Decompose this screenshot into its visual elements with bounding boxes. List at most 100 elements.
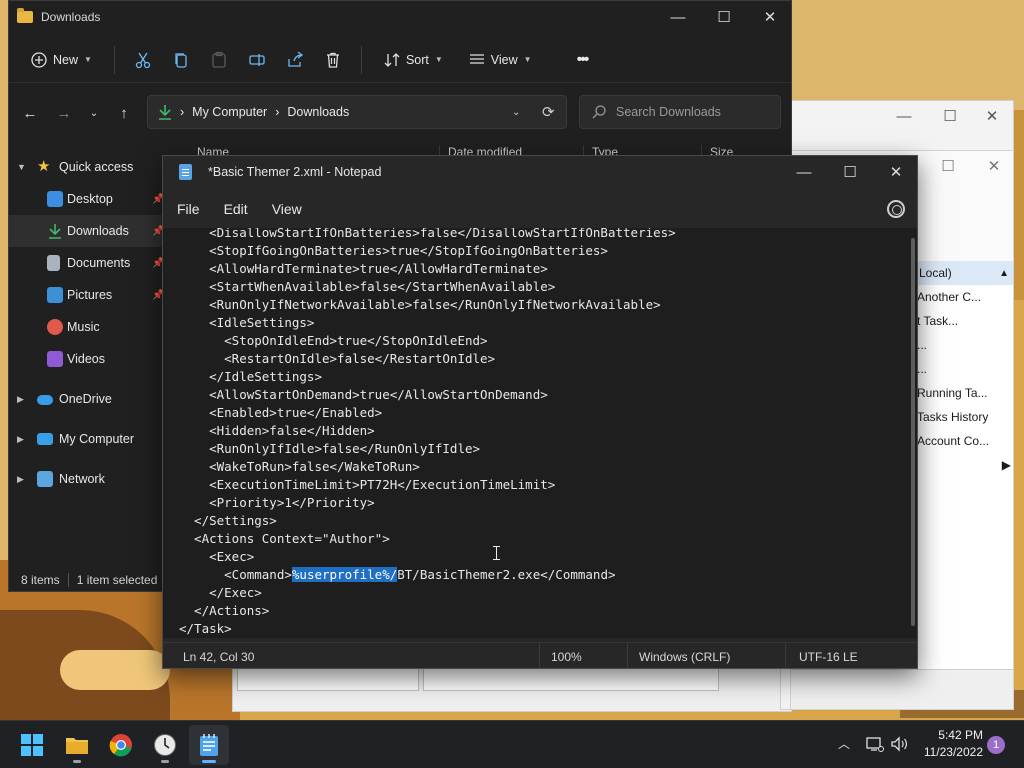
editor-line[interactable]: <Priority>1</Priority>: [179, 494, 676, 512]
action-item[interactable]: Tasks History: [917, 405, 1013, 429]
nav-item-desktop[interactable]: Desktop 📌: [9, 183, 169, 215]
editor-line[interactable]: <Enabled>true</Enabled>: [179, 404, 676, 422]
maximize-button[interactable]: ☐: [927, 101, 973, 131]
more-options-button[interactable]: •••: [565, 42, 600, 78]
back-button[interactable]: ←: [15, 95, 45, 131]
editor-line[interactable]: <RunOnlyIfIdle>false</RunOnlyIfIdle>: [179, 440, 676, 458]
close-button[interactable]: ✕: [971, 151, 1013, 181]
submenu-arrow-icon[interactable]: ▶: [917, 453, 1013, 477]
editor-line[interactable]: <DisallowStartIfOnBatteries>false</Disal…: [179, 228, 676, 242]
recent-locations-button[interactable]: ⌄: [79, 95, 109, 131]
editor-line[interactable]: <Actions Context="Author">: [179, 530, 676, 548]
maximize-button[interactable]: ☐: [925, 151, 971, 181]
taskbar-chrome[interactable]: [101, 725, 141, 765]
chevron-down-icon[interactable]: ⌄: [512, 107, 520, 118]
action-item[interactable]: Another C...: [917, 285, 1013, 309]
notepad-window[interactable]: *Basic Themer 2.xml - Notepad — ☐ ✕ File…: [162, 155, 918, 669]
chevron-down-icon: ▼: [434, 55, 443, 64]
nav-item-quick-access[interactable]: ▼ ★ Quick access: [9, 151, 169, 183]
delete-button[interactable]: [315, 42, 351, 78]
editor-line[interactable]: </Actions>: [179, 602, 676, 620]
chevron-right-icon[interactable]: ▶: [17, 474, 24, 485]
chevron-down-icon[interactable]: ▼: [17, 162, 26, 172]
editor-line[interactable]: </Exec>: [179, 584, 676, 602]
collapse-arrow-icon[interactable]: ▲: [999, 268, 1009, 279]
address-bar[interactable]: › My Computer › Downloads ⌄ ⟳: [147, 95, 567, 129]
menu-file[interactable]: File: [175, 196, 212, 222]
text-editor[interactable]: <DisallowStartIfOnBatteries>false</Disal…: [163, 228, 917, 638]
taskbar-file-explorer[interactable]: [57, 725, 97, 765]
editor-line[interactable]: <WakeToRun>false</WakeToRun>: [179, 458, 676, 476]
editor-line[interactable]: <Command>%userprofile%/BT/BasicThemer2.e…: [179, 566, 676, 584]
notification-badge[interactable]: 1: [987, 736, 1005, 754]
nav-item-downloads[interactable]: Downloads 📌: [9, 215, 169, 247]
minimize-button[interactable]: —: [781, 156, 827, 188]
show-hidden-icons-chevron-icon[interactable]: ︿: [838, 735, 850, 752]
settings-gear-icon[interactable]: [887, 200, 905, 218]
editor-line[interactable]: <ExecutionTimeLimit>PT72H</ExecutionTime…: [179, 476, 676, 494]
item-count: 8 items: [21, 573, 60, 587]
start-button[interactable]: [12, 725, 52, 765]
editor-line[interactable]: <StopOnIdleEnd>true</StopOnIdleEnd>: [179, 332, 676, 350]
close-button[interactable]: ✕: [969, 101, 1013, 131]
system-clock[interactable]: 5:42 PM 11/23/2022: [913, 727, 983, 761]
view-button[interactable]: View ▼: [457, 42, 544, 78]
search-input[interactable]: Search Downloads: [579, 95, 781, 129]
editor-line[interactable]: <Exec>: [179, 548, 676, 566]
volume-icon[interactable]: [890, 736, 908, 752]
action-item[interactable]: Running Ta...: [917, 381, 1013, 405]
nav-item-documents[interactable]: Documents 📌: [9, 247, 169, 279]
editor-line[interactable]: </IdleSettings>: [179, 368, 676, 386]
text-selection[interactable]: %userprofile%/: [291, 567, 398, 582]
action-item[interactable]: ...: [917, 357, 1013, 381]
action-item[interactable]: Account Co...: [917, 429, 1013, 453]
nav-item-onedrive[interactable]: ▶ OneDrive: [9, 383, 169, 415]
menu-view[interactable]: View: [270, 196, 314, 222]
up-button[interactable]: ↑: [109, 95, 139, 131]
nav-item-pictures[interactable]: Pictures 📌: [9, 279, 169, 311]
share-button[interactable]: [277, 42, 313, 78]
copy-button[interactable]: [163, 42, 199, 78]
close-button[interactable]: ✕: [747, 1, 791, 33]
rename-button[interactable]: [239, 42, 275, 78]
editor-line[interactable]: <StopIfGoingOnBatteries>true</StopIfGoin…: [179, 242, 676, 260]
editor-line[interactable]: <RunOnlyIfNetworkAvailable>false</RunOnl…: [179, 296, 676, 314]
sort-button[interactable]: Sort ▼: [372, 42, 455, 78]
minimize-button[interactable]: —: [881, 101, 927, 131]
editor-line[interactable]: <IdleSettings>: [179, 314, 676, 332]
cut-button[interactable]: [125, 42, 161, 78]
editor-line[interactable]: </Task>: [179, 620, 676, 638]
taskbar-clock[interactable]: [145, 725, 185, 765]
editor-line[interactable]: <Hidden>false</Hidden>: [179, 422, 676, 440]
taskbar-notepad[interactable]: [189, 725, 229, 765]
maximize-button[interactable]: ☐: [701, 1, 747, 33]
nav-item-my-computer[interactable]: ▶ My Computer: [9, 423, 169, 455]
action-item[interactable]: t Task...: [917, 309, 1013, 333]
forward-button[interactable]: →: [49, 95, 79, 131]
editor-line[interactable]: <AllowHardTerminate>true</AllowHardTermi…: [179, 260, 676, 278]
paste-button[interactable]: [201, 42, 237, 78]
actions-header[interactable]: Local) ▲: [917, 261, 1013, 285]
network-status-icon[interactable]: [866, 736, 884, 752]
refresh-icon[interactable]: ⟳: [542, 103, 555, 121]
nav-item-videos[interactable]: Videos: [9, 343, 169, 375]
nav-item-network[interactable]: ▶ Network: [9, 463, 169, 495]
vertical-scrollbar[interactable]: [908, 228, 917, 638]
action-item[interactable]: ...: [917, 333, 1013, 357]
maximize-button[interactable]: ☐: [827, 156, 873, 188]
editor-line[interactable]: <RestartOnIdle>false</RestartOnIdle>: [179, 350, 676, 368]
new-button[interactable]: New ▼: [19, 42, 104, 78]
breadcrumb-item[interactable]: My Computer: [192, 105, 267, 119]
taskbar: ︿ 5:42 PM 11/23/2022 1: [0, 720, 1024, 768]
minimize-button[interactable]: —: [655, 1, 701, 33]
editor-line[interactable]: <AllowStartOnDemand>true</AllowStartOnDe…: [179, 386, 676, 404]
chevron-right-icon[interactable]: ▶: [17, 394, 24, 405]
breadcrumb-item[interactable]: Downloads: [287, 105, 349, 119]
editor-line[interactable]: <StartWhenAvailable>false</StartWhenAvai…: [179, 278, 676, 296]
nav-item-music[interactable]: Music: [9, 311, 169, 343]
menu-edit[interactable]: Edit: [222, 196, 260, 222]
chevron-right-icon[interactable]: ▶: [17, 434, 24, 445]
editor-line[interactable]: </Settings>: [179, 512, 676, 530]
editor-text[interactable]: <DisallowStartIfOnBatteries>false</Disal…: [179, 228, 676, 638]
close-button[interactable]: ✕: [873, 156, 917, 188]
